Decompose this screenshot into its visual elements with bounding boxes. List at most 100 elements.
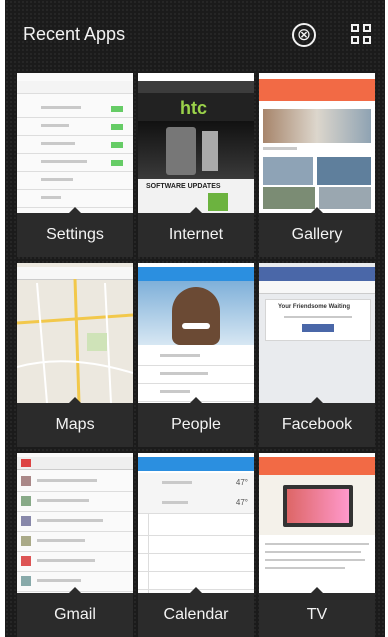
smile-shape [182, 323, 210, 329]
avatar [21, 536, 31, 546]
grid-icon[interactable] [351, 24, 373, 46]
toggle-icon [111, 124, 123, 130]
text-line [265, 567, 345, 569]
hour-row [138, 555, 254, 572]
photo [317, 157, 371, 185]
text-line [265, 551, 361, 553]
tv-topbar [259, 457, 375, 475]
text-line [41, 160, 87, 163]
recent-apps-screen: Recent Apps ⊗ Settings htc SOFTWARE UPDA… [5, 0, 385, 637]
app-label: Settings [46, 226, 104, 243]
tv-thumbnail [259, 453, 375, 593]
internet-thumbnail: htc SOFTWARE UPDATES [138, 73, 254, 213]
text-line [37, 539, 85, 542]
tv-hero [259, 475, 375, 535]
email-row [17, 493, 133, 512]
email-row [17, 553, 133, 572]
grid-cell [351, 36, 359, 44]
face-shape [172, 287, 220, 345]
toggle-icon [111, 160, 123, 166]
facebook-card: Your Friendsome Waiting [265, 299, 371, 341]
facebook-button [302, 324, 334, 332]
settings-thumbnail [17, 73, 133, 213]
toggle-icon [111, 106, 123, 112]
calendar-thumbnail: 47° 47° [138, 453, 254, 593]
page-title: Recent Apps [23, 24, 126, 44]
photo [263, 109, 371, 143]
app-card-tv[interactable]: TV [259, 453, 375, 637]
app-card-calendar[interactable]: 47° 47° Calendar [138, 453, 254, 637]
facebook-thumbnail: Your Friendsome Waiting [259, 263, 375, 403]
text-line [162, 501, 188, 504]
email-row [17, 533, 133, 552]
phone-shape [202, 131, 218, 171]
text-line [37, 579, 81, 582]
map-roads [17, 278, 133, 403]
settings-topbar [17, 81, 133, 94]
settings-row [17, 155, 133, 172]
update-headline: SOFTWARE UPDATES [146, 183, 221, 190]
app-card-people[interactable]: People [138, 263, 254, 447]
app-label: Calendar [163, 606, 229, 623]
app-card-settings[interactable]: Settings [17, 73, 133, 257]
contact-row [138, 367, 254, 384]
maps-thumbnail [17, 263, 133, 403]
app-card-gallery[interactable]: Gallery [259, 73, 375, 257]
avatar [21, 576, 31, 586]
app-card-maps[interactable]: Maps [17, 263, 133, 447]
app-label: Maps [55, 416, 95, 433]
email-row [17, 513, 133, 532]
htc-banner: htc [138, 93, 254, 121]
header: Recent Apps ⊗ [5, 10, 385, 62]
text-line [41, 142, 75, 145]
contact-photo [138, 281, 254, 345]
email-row [17, 473, 133, 492]
phone-image [138, 121, 254, 179]
facebook-topbar [259, 267, 375, 281]
app-card-internet[interactable]: htc SOFTWARE UPDATES Internet [138, 73, 254, 257]
app-card-gmail[interactable]: Gmail [17, 453, 133, 637]
toggle-icon [111, 142, 123, 148]
contact-row [138, 349, 254, 366]
gmail-thumbnail [17, 453, 133, 593]
app-label: TV [306, 606, 328, 623]
app-label: Facebook [281, 416, 353, 433]
settings-row [17, 137, 133, 154]
grid-cell [363, 36, 371, 44]
app-card-facebook[interactable]: Your Friendsome Waiting Facebook [259, 263, 375, 447]
text-line [37, 499, 89, 502]
text-line [160, 372, 208, 375]
gallery-topbar [259, 79, 375, 101]
temperature: 47° [235, 478, 248, 487]
text-line [265, 543, 369, 545]
text-line [37, 519, 103, 522]
people-topbar [138, 267, 254, 281]
text-line [41, 178, 73, 181]
hour-row [138, 537, 254, 554]
text-line [160, 390, 190, 393]
app-label: People [171, 416, 221, 433]
text-line [37, 559, 95, 562]
photo [263, 187, 315, 209]
settings-row [17, 173, 133, 190]
photo [319, 187, 371, 209]
text-line [265, 559, 365, 561]
avatar [21, 496, 31, 506]
phone-shape [166, 127, 196, 175]
grid-cell [363, 24, 371, 32]
close-icon[interactable]: ⊗ [292, 23, 316, 47]
gallery-thumbnail [259, 73, 375, 213]
text-line [41, 124, 69, 127]
app-label: Gmail [54, 606, 96, 623]
text-line [160, 354, 200, 357]
text-line [41, 106, 81, 109]
settings-row [17, 119, 133, 136]
text-line [263, 147, 297, 150]
photo [263, 157, 313, 185]
people-thumbnail [138, 263, 254, 403]
tv-screen [287, 489, 349, 523]
facebook-heading: Your Friendsome Waiting [278, 304, 351, 310]
text-line [162, 481, 192, 484]
weather-row: 47° [138, 493, 254, 514]
avatar [21, 516, 31, 526]
